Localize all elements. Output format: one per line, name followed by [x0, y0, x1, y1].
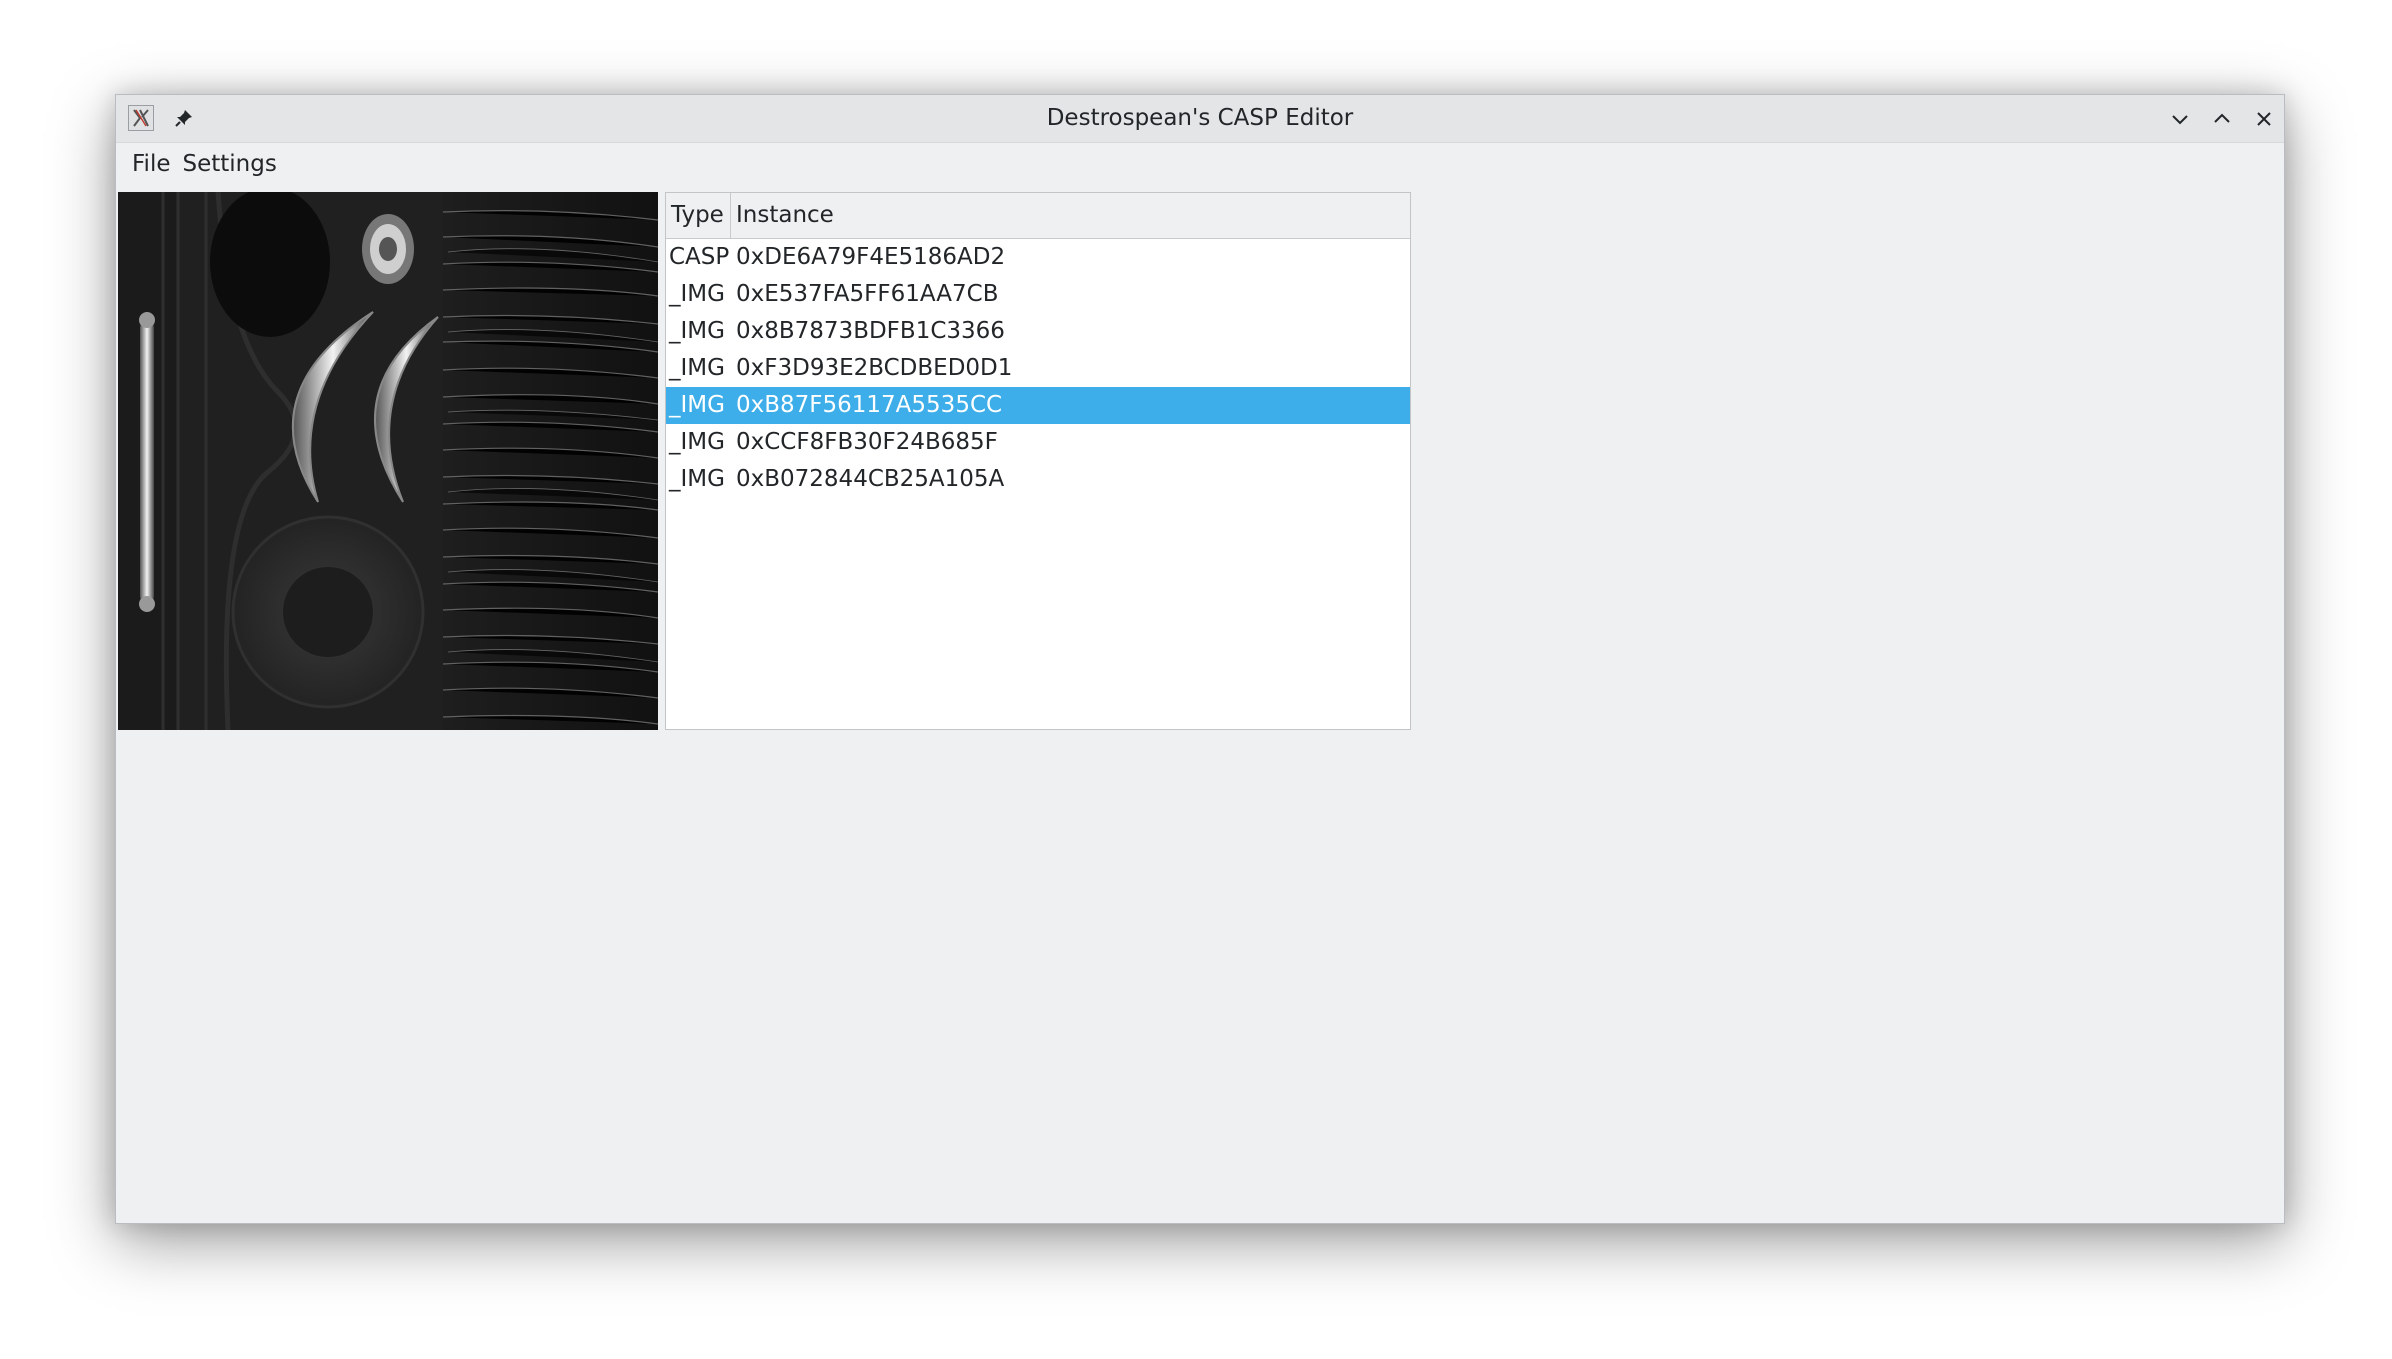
cell-type: _IMG [669, 318, 725, 344]
table-row[interactable]: _IMG 0xCCF8FB30F24B685F [666, 424, 1410, 461]
cell-instance: 0xDE6A79F4E5186AD2 [736, 244, 1006, 270]
table-row-selected[interactable]: _IMG 0xB87F56117A5535CC [666, 387, 1410, 424]
app-window: Destrospean's CASP Editor File Settings [115, 94, 2285, 1224]
cell-type: _IMG [669, 392, 725, 418]
cell-type: _IMG [669, 429, 725, 455]
menu-settings[interactable]: Settings [177, 147, 283, 181]
resource-table[interactable]: Type Instance CASP 0xDE6A79F4E5186AD2 _I… [665, 192, 1411, 730]
cell-type: _IMG [669, 281, 725, 307]
title-bar[interactable]: Destrospean's CASP Editor [116, 95, 2284, 143]
cell-instance: 0xB072844CB25A105A [736, 466, 1005, 492]
table-row[interactable]: _IMG 0x8B7873BDFB1C3366 [666, 313, 1410, 350]
table-row[interactable]: _IMG 0xF3D93E2BCDBED0D1 [666, 350, 1410, 387]
close-button[interactable] [2250, 105, 2278, 133]
menu-bar: File Settings [116, 142, 2284, 186]
chevron-up-icon [2214, 113, 2230, 123]
window-title: Destrospean's CASP Editor [1046, 105, 1354, 131]
minimize-button[interactable] [2166, 105, 2194, 133]
cell-instance: 0xB87F56117A5535CC [736, 392, 1003, 418]
cell-instance: 0xF3D93E2BCDBED0D1 [736, 355, 1013, 381]
chevron-down-icon [2172, 115, 2188, 125]
table-row[interactable]: _IMG 0xE537FA5FF61AA7CB [666, 276, 1410, 313]
cell-instance: 0xCCF8FB30F24B685F [736, 429, 998, 455]
column-header-type[interactable]: Type [666, 193, 731, 238]
texture-preview [118, 192, 658, 730]
table-body: CASP 0xDE6A79F4E5186AD2 _IMG 0xE537FA5FF… [666, 239, 1410, 498]
cell-type: CASP [669, 244, 730, 270]
cell-type: _IMG [669, 466, 725, 492]
table-row[interactable]: _IMG 0xB072844CB25A105A [666, 461, 1410, 498]
close-icon [2257, 112, 2271, 126]
cell-instance: 0x8B7873BDFB1C3366 [736, 318, 1005, 344]
cell-type: _IMG [669, 355, 725, 381]
cell-instance: 0xE537FA5FF61AA7CB [736, 281, 999, 307]
maximize-button[interactable] [2208, 105, 2236, 133]
menu-file[interactable]: File [126, 147, 177, 181]
table-header: Type Instance [666, 193, 1410, 239]
column-header-instance[interactable]: Instance [731, 193, 1410, 238]
table-row[interactable]: CASP 0xDE6A79F4E5186AD2 [666, 239, 1410, 276]
